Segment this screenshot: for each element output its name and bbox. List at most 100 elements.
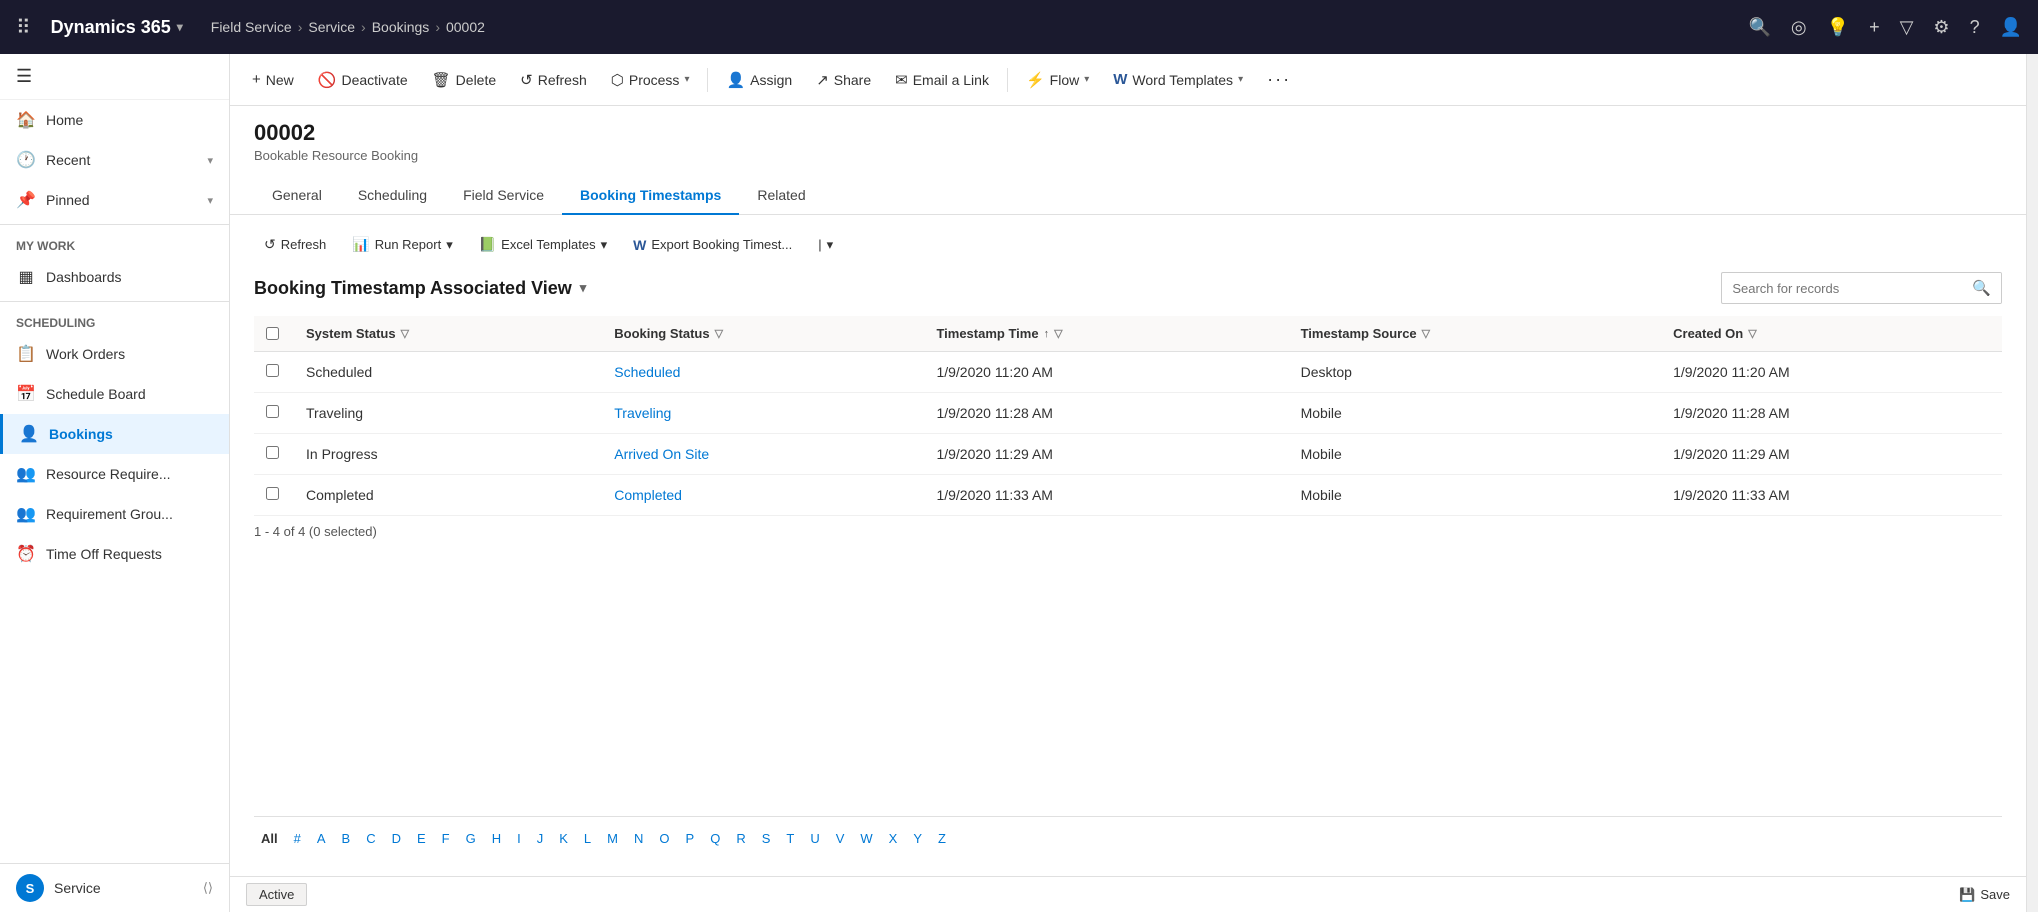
sidebar-bottom-service[interactable]: S Service ⟨⟩ bbox=[0, 864, 229, 912]
pagination-letter[interactable]: R bbox=[729, 827, 752, 850]
word-templates-button[interactable]: W Word Templates ▾ bbox=[1103, 65, 1253, 94]
breadcrumb-record[interactable]: 00002 bbox=[446, 19, 485, 35]
process-caret[interactable]: ▾ bbox=[684, 74, 689, 85]
pagination-letter[interactable]: O bbox=[652, 827, 676, 850]
recent-caret[interactable]: ▾ bbox=[207, 154, 213, 167]
subgrid-refresh-button[interactable]: ↺ Refresh bbox=[254, 231, 336, 258]
tab-related[interactable]: Related bbox=[739, 177, 823, 215]
timestamp-source-filter-icon[interactable]: ▽ bbox=[1422, 327, 1430, 340]
assign-button[interactable]: 👤 Assign bbox=[716, 65, 802, 95]
tab-general[interactable]: General bbox=[254, 177, 340, 215]
sidebar-item-bookings[interactable]: 👤 Bookings bbox=[0, 414, 229, 454]
tab-booking-timestamps[interactable]: Booking Timestamps bbox=[562, 177, 739, 215]
subgrid-title-caret[interactable]: ▾ bbox=[580, 280, 587, 296]
excel-templates-caret[interactable]: ▾ bbox=[601, 237, 608, 253]
filter-nav-icon[interactable]: ▽ bbox=[1900, 17, 1914, 38]
select-all-checkbox[interactable] bbox=[266, 327, 279, 340]
user-icon[interactable]: 👤 bbox=[2000, 17, 2022, 38]
subgrid-more-caret[interactable]: ▾ bbox=[827, 237, 834, 253]
pagination-letter[interactable]: B bbox=[335, 827, 358, 850]
breadcrumb-service[interactable]: Service bbox=[308, 19, 355, 35]
more-button[interactable]: ··· bbox=[1257, 63, 1301, 96]
breadcrumb-bookings[interactable]: Bookings bbox=[372, 19, 430, 35]
pagination-letter[interactable]: J bbox=[530, 827, 551, 850]
help-icon[interactable]: ? bbox=[1970, 17, 1980, 38]
booking-status-link[interactable]: Traveling bbox=[614, 405, 671, 421]
pagination-letter[interactable]: C bbox=[359, 827, 382, 850]
search-icon[interactable]: 🔍 bbox=[1962, 273, 2001, 303]
flow-button[interactable]: ⚡ Flow ▾ bbox=[1016, 65, 1099, 95]
pagination-letter[interactable]: All bbox=[254, 827, 285, 850]
subgrid-more-button[interactable]: | ▾ bbox=[808, 232, 843, 258]
timestamp-time-sort-icon[interactable]: ↑ bbox=[1044, 328, 1050, 340]
pagination-letter[interactable]: Y bbox=[906, 827, 929, 850]
pagination-letter[interactable]: L bbox=[577, 827, 598, 850]
right-scrollbar[interactable] bbox=[2026, 54, 2038, 912]
pagination-letter[interactable]: T bbox=[779, 827, 801, 850]
pagination-letter[interactable]: E bbox=[410, 827, 433, 850]
target-icon[interactable]: ◎ bbox=[1791, 17, 1807, 38]
row-checkbox[interactable] bbox=[266, 405, 279, 418]
sidebar-item-work-orders[interactable]: 📋 Work Orders bbox=[0, 334, 229, 374]
run-report-caret[interactable]: ▾ bbox=[446, 237, 453, 253]
pagination-letter[interactable]: I bbox=[510, 827, 528, 850]
save-button[interactable]: 💾 Save bbox=[1959, 887, 2010, 903]
refresh-button[interactable]: ↺ Refresh bbox=[510, 65, 597, 95]
pagination-letter[interactable]: U bbox=[803, 827, 826, 850]
booking-status-link[interactable]: Scheduled bbox=[614, 364, 680, 380]
pagination-letter[interactable]: D bbox=[385, 827, 408, 850]
email-link-button[interactable]: ✉ Email a Link bbox=[885, 65, 999, 95]
delete-button[interactable]: 🗑 Delete bbox=[422, 65, 507, 95]
share-button[interactable]: ↗ Share bbox=[806, 65, 881, 95]
word-templates-caret[interactable]: ▾ bbox=[1238, 74, 1243, 85]
pagination-letter[interactable]: M bbox=[600, 827, 625, 850]
excel-templates-button[interactable]: 📗 Excel Templates ▾ bbox=[469, 231, 617, 258]
sidebar-item-home[interactable]: 🏠 Home bbox=[0, 100, 229, 140]
system-status-filter-icon[interactable]: ▽ bbox=[401, 327, 409, 340]
sidebar-item-dashboards[interactable]: ▦ Dashboards bbox=[0, 257, 229, 297]
export-button[interactable]: W Export Booking Timest... bbox=[623, 232, 802, 258]
app-name[interactable]: Dynamics 365 ▾ bbox=[51, 17, 183, 38]
settings-icon[interactable]: ⚙ bbox=[1933, 17, 1949, 38]
pagination-letter[interactable]: X bbox=[882, 827, 905, 850]
sidebar-item-req-groups[interactable]: 👥 Requirement Grou... bbox=[0, 494, 229, 534]
lightbulb-icon[interactable]: 💡 bbox=[1827, 17, 1849, 38]
sidebar-item-time-off[interactable]: ⏰ Time Off Requests bbox=[0, 534, 229, 574]
pagination-letter[interactable]: V bbox=[829, 827, 852, 850]
pagination-letter[interactable]: P bbox=[679, 827, 702, 850]
pagination-letter[interactable]: Q bbox=[703, 827, 727, 850]
pagination-letter[interactable]: Z bbox=[931, 827, 953, 850]
pagination-letter[interactable]: W bbox=[853, 827, 879, 850]
sidebar-toggle[interactable]: ☰ bbox=[0, 54, 229, 100]
sidebar-item-schedule-board[interactable]: 📅 Schedule Board bbox=[0, 374, 229, 414]
flow-caret[interactable]: ▾ bbox=[1084, 74, 1089, 85]
sidebar-item-pinned[interactable]: 📌 Pinned ▾ bbox=[0, 180, 229, 220]
waffle-icon[interactable]: ⠿ bbox=[16, 15, 31, 40]
process-button[interactable]: ⬡ Process ▾ bbox=[601, 65, 700, 95]
app-name-caret[interactable]: ▾ bbox=[177, 20, 183, 34]
row-checkbox[interactable] bbox=[266, 364, 279, 377]
tab-field-service[interactable]: Field Service bbox=[445, 177, 562, 215]
pagination-letter[interactable]: G bbox=[459, 827, 483, 850]
search-nav-icon[interactable]: 🔍 bbox=[1749, 17, 1771, 38]
add-icon[interactable]: + bbox=[1869, 17, 1880, 38]
new-button[interactable]: + New bbox=[242, 65, 304, 94]
deactivate-button[interactable]: 🚫 Deactivate bbox=[308, 65, 418, 95]
search-input[interactable] bbox=[1722, 275, 1962, 302]
service-expand-icon[interactable]: ⟨⟩ bbox=[203, 880, 213, 896]
pagination-letter[interactable]: S bbox=[755, 827, 778, 850]
booking-status-link[interactable]: Completed bbox=[614, 487, 682, 503]
sidebar-item-recent[interactable]: 🕐 Recent ▾ bbox=[0, 140, 229, 180]
breadcrumb-module[interactable]: Field Service bbox=[211, 19, 292, 35]
row-checkbox[interactable] bbox=[266, 446, 279, 459]
pagination-letter[interactable]: K bbox=[552, 827, 575, 850]
pagination-letter[interactable]: H bbox=[485, 827, 508, 850]
booking-status-filter-icon[interactable]: ▽ bbox=[715, 327, 723, 340]
row-checkbox[interactable] bbox=[266, 487, 279, 500]
pagination-letter[interactable]: A bbox=[310, 827, 333, 850]
tab-scheduling[interactable]: Scheduling bbox=[340, 177, 445, 215]
timestamp-time-filter-icon[interactable]: ▽ bbox=[1054, 327, 1062, 340]
pagination-letter[interactable]: N bbox=[627, 827, 650, 850]
pagination-letter[interactable]: F bbox=[435, 827, 457, 850]
sidebar-item-resource-req[interactable]: 👥 Resource Require... bbox=[0, 454, 229, 494]
